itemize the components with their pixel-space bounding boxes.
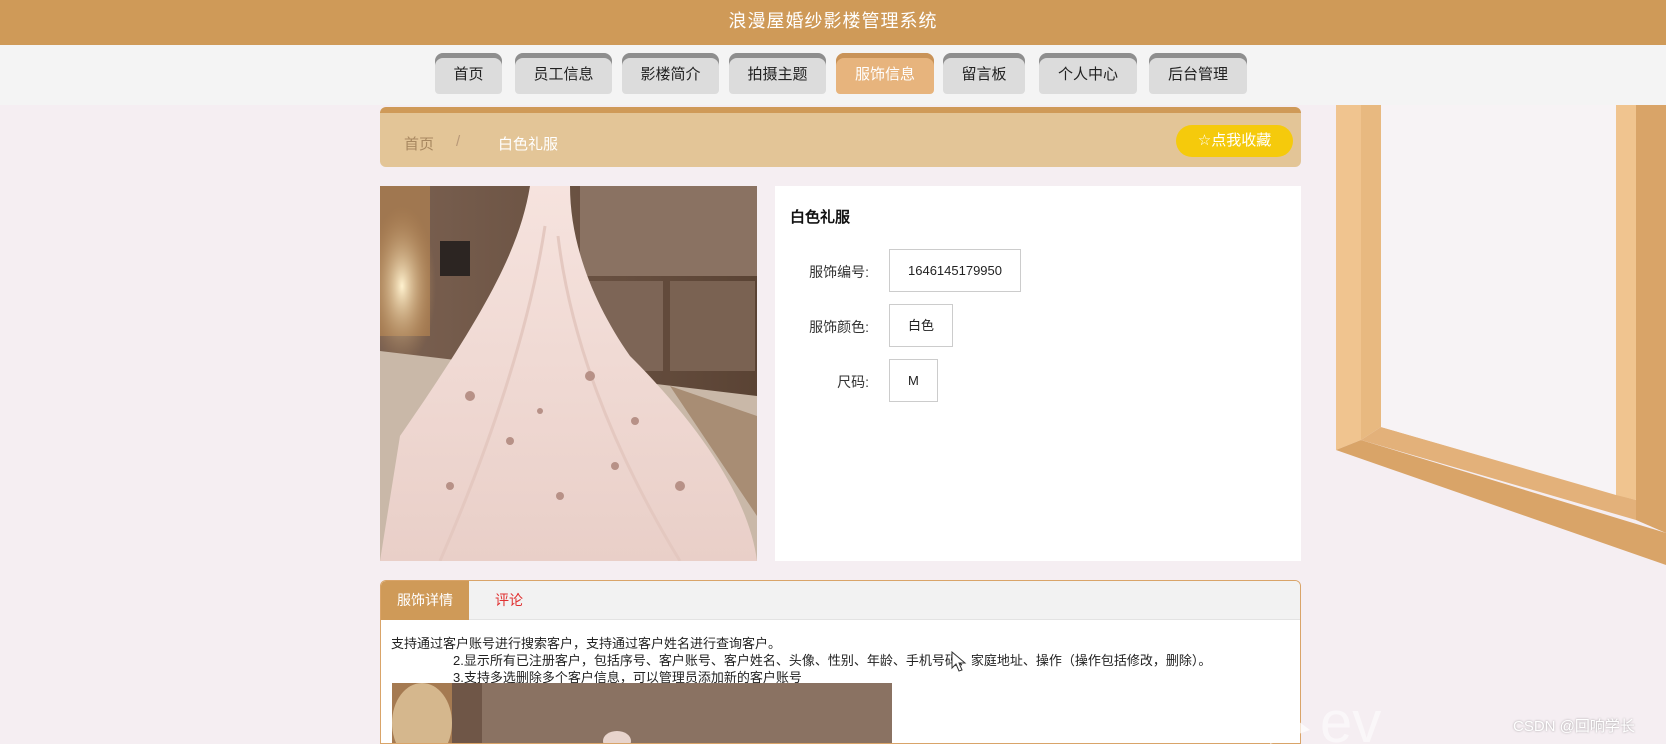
nav-item-apparel[interactable]: 服饰信息 [836, 53, 934, 94]
field-value-size: M [889, 359, 938, 402]
favorite-label: 点我收藏 [1211, 132, 1272, 149]
svg-text:ev: ev [1320, 690, 1381, 744]
field-label-color: 服饰颜色: [809, 319, 869, 335]
mouse-cursor-icon [951, 651, 967, 672]
nav-item-shoot-themes[interactable]: 拍摄主题 [729, 53, 826, 94]
field-label-size: 尺码: [837, 374, 869, 390]
product-info-card: 白色礼服 服饰编号: 1646145179950 服饰颜色: 白色 尺码: M [775, 186, 1301, 561]
field-value-color: 白色 [889, 304, 954, 347]
app-title: 浪漫屋婚纱影楼管理系统 [728, 11, 938, 31]
breadcrumb-separator: / [456, 133, 461, 150]
nav-item-staff[interactable]: 员工信息 [515, 53, 612, 94]
detail-photo [392, 683, 892, 743]
video-watermark-logo: ev [1270, 690, 1381, 744]
tab-comments[interactable]: 评论 [469, 581, 549, 620]
tab-apparel-detail[interactable]: 服饰详情 [381, 581, 469, 620]
main-nav: 首页 员工信息 影楼简介 拍摄主题 服饰信息 留言板 个人中心 后台管理 [0, 45, 1666, 105]
csdn-watermark: CSDN @回响学长 [1513, 718, 1635, 735]
decorative-frame [1336, 105, 1666, 565]
product-name: 白色礼服 [790, 209, 851, 226]
tab-strip: 服饰详情 评论 [381, 581, 1300, 620]
app-header: 浪漫屋婚纱影楼管理系统 [0, 0, 1666, 45]
field-value-code: 1646145179950 [889, 249, 1021, 292]
nav-item-message-board[interactable]: 留言板 [943, 53, 1025, 94]
favorite-button[interactable]: ☆点我收藏 [1176, 125, 1293, 157]
breadcrumb-current: 白色礼服 [498, 136, 559, 153]
field-label-code: 服饰编号: [809, 264, 869, 280]
detail-tab-panel: 服饰详情 评论 支持通过客户账号进行搜索客户，支持通过客户姓名进行查询客户。 2… [380, 580, 1301, 744]
star-outline-icon: ☆ [1197, 132, 1212, 149]
nav-item-personal-center[interactable]: 个人中心 [1039, 53, 1137, 94]
nav-item-home[interactable]: 首页 [435, 53, 502, 94]
product-photo [380, 186, 757, 561]
breadcrumb: 首页 / 白色礼服 ☆点我收藏 [380, 107, 1301, 167]
breadcrumb-home[interactable]: 首页 [404, 133, 434, 154]
nav-item-studio-intro[interactable]: 影楼简介 [622, 53, 719, 94]
nav-item-admin[interactable]: 后台管理 [1149, 53, 1247, 94]
